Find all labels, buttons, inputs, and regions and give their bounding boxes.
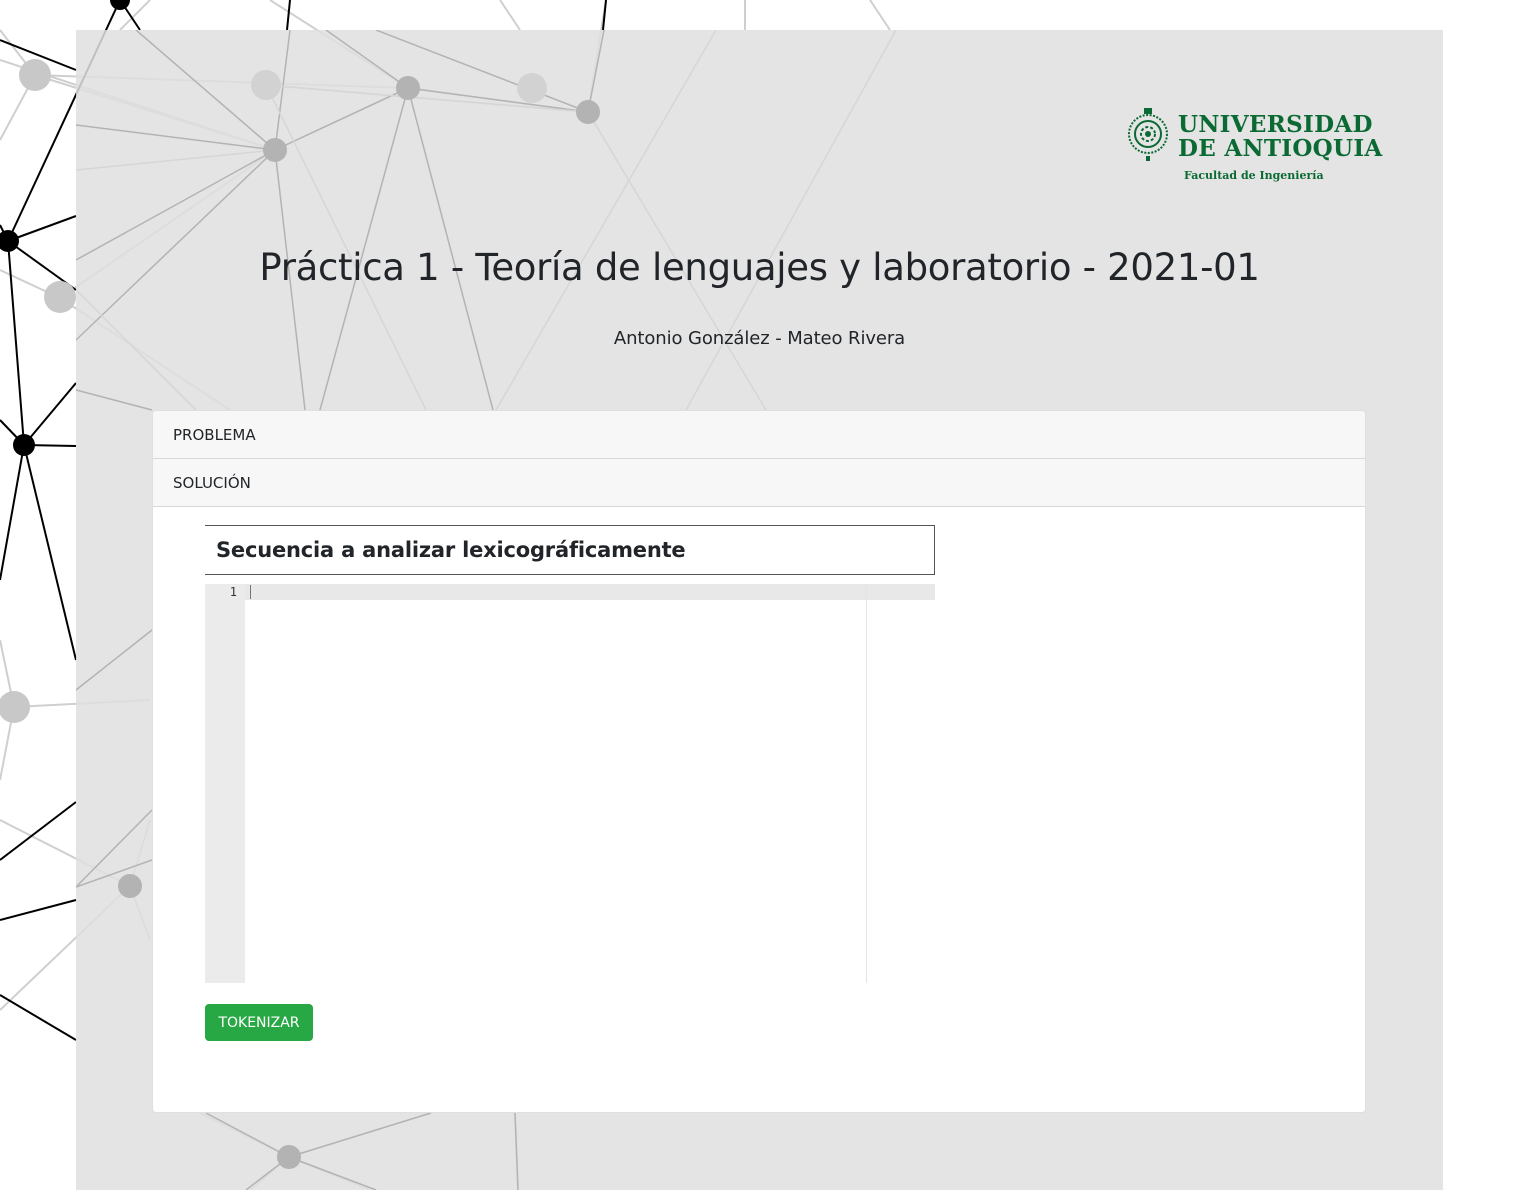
accordion-header-problema[interactable]: PROBLEMA (153, 411, 1365, 459)
accordion-header-label: SOLUCIÓN (173, 473, 251, 492)
university-seal-icon (1128, 108, 1168, 161)
code-editor[interactable]: 1 (205, 584, 935, 983)
line-number: 1 (229, 585, 237, 599)
section-title: Secuencia a analizar lexicográficamente (205, 525, 935, 575)
tokenize-button[interactable]: TOKENIZAR (205, 1004, 313, 1041)
authors-line: Antonio González - Mateo Rivera (613, 328, 906, 349)
solution-panel: Secuencia a analizar lexicográficamente … (153, 507, 1365, 1112)
accordion-header-solucion[interactable]: SOLUCIÓN (153, 459, 1365, 507)
accordion-header-label: PROBLEMA (173, 425, 256, 444)
text-cursor (250, 585, 251, 599)
logo-line-1: UNIVERSIDAD (1178, 111, 1373, 138)
logo-subtitle: Facultad de Ingeniería (1184, 169, 1324, 182)
logo-line-2: DE ANTIOQUIA (1178, 135, 1383, 162)
print-margin (866, 584, 867, 983)
page-title: Práctica 1 - Teoría de lenguajes y labor… (259, 246, 1260, 289)
active-line-highlight (245, 584, 935, 600)
accordion: PROBLEMA SOLUCIÓN Secuencia a analizar l… (152, 410, 1366, 1113)
editor-gutter: 1 (205, 584, 245, 983)
university-logo: UNIVERSIDAD DE ANTIOQUIA Facultad de Ing… (1125, 104, 1382, 186)
